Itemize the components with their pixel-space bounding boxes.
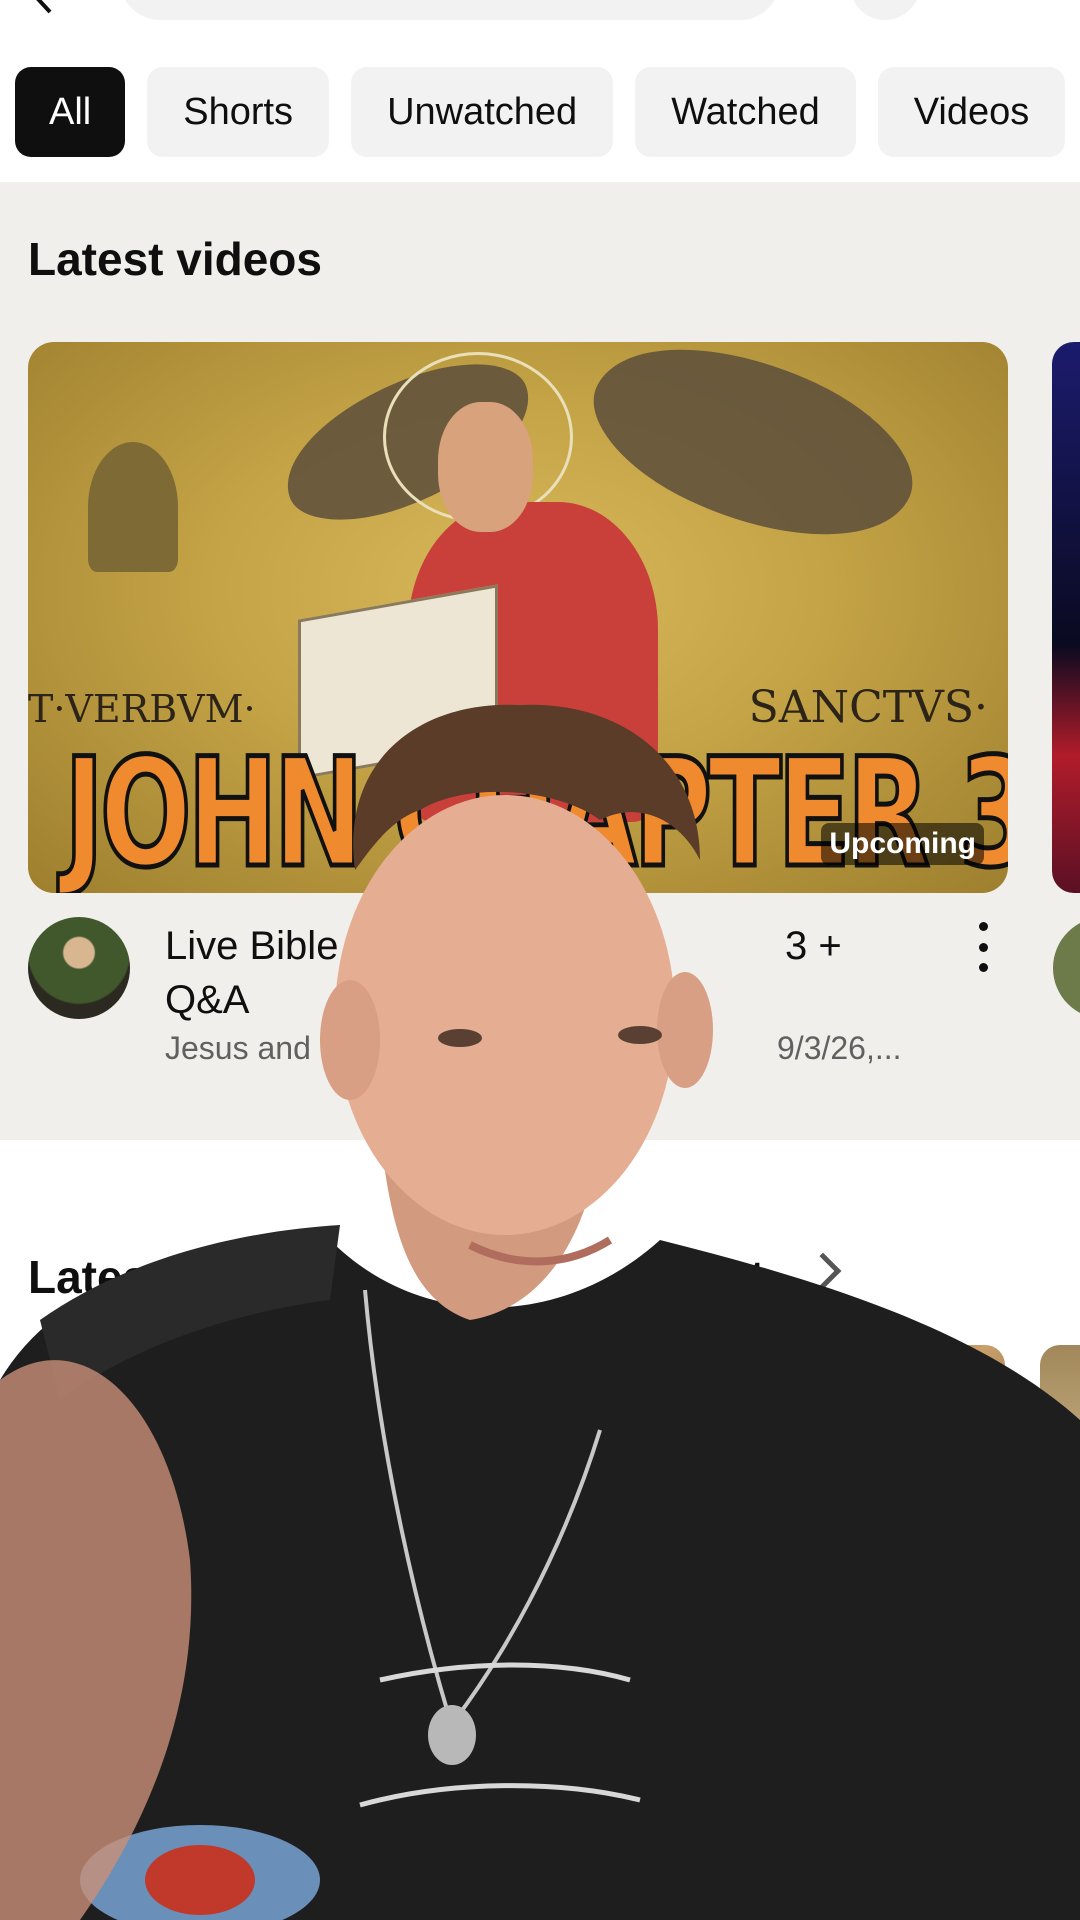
latest-from-title-left: Latest f (28, 1251, 192, 1303)
chevron-right-icon[interactable] (804, 1252, 842, 1290)
next-short-card[interactable] (1040, 1345, 1080, 1585)
mic-icon[interactable] (850, 0, 920, 20)
thumbnail-title: JOHN CHAPTER 3 (62, 725, 1008, 894)
thumbnail-art (88, 442, 178, 572)
search-input[interactable] (120, 0, 780, 20)
top-app-bar (0, 0, 1080, 40)
video-title[interactable]: Live Bible 3 + Q&A (165, 919, 945, 1027)
video-title-line1-right: 3 + (785, 924, 842, 968)
more-vert-icon[interactable] (973, 922, 993, 972)
next-video-thumbnail[interactable] (1052, 342, 1080, 893)
video-meta-right: 9/3/26,... (777, 1030, 902, 1066)
thumbnail-latin-left: T·VERBVM· (28, 687, 256, 731)
more-vert-icon[interactable] (957, 1380, 971, 1420)
filter-chip-bar: All Shorts Unwatched Watched Videos (15, 67, 1066, 157)
chip-watched[interactable]: Watched (635, 67, 856, 157)
video-title-line1: Live Bible (165, 924, 339, 968)
video-title-line2: Q&A (165, 978, 250, 1022)
chip-videos[interactable]: Videos (877, 67, 1066, 157)
chip-shorts[interactable]: Shorts (147, 67, 330, 157)
chip-all[interactable]: All (15, 67, 126, 157)
thumbnail-latin-right: SANCTVS· (748, 682, 988, 733)
video-meta: Jesus and 9/3/26,... (165, 1030, 945, 1067)
upcoming-badge: Upcoming (821, 823, 984, 865)
shelf-title: Latest videos (28, 233, 322, 285)
back-arrow-icon[interactable] (30, 0, 64, 16)
next-channel-avatar[interactable] (1053, 917, 1080, 1019)
latest-videos-shelf: Latest videos T·VERBVM· SANCTVS· JOHN CH… (0, 182, 1080, 1140)
more-icon[interactable] (985, 0, 1015, 8)
video-meta-left: Jesus and (165, 1030, 311, 1066)
channel-avatar[interactable] (28, 917, 130, 1019)
thumbnail-art (438, 402, 533, 532)
latest-from-title[interactable]: Latest f tnot (28, 1250, 765, 1304)
chip-unwatched[interactable]: Unwatched (351, 67, 614, 157)
video-thumbnail[interactable]: T·VERBVM· SANCTVS· JOHN CHAPTER 3 Upcomi… (28, 342, 1008, 893)
latest-from-title-right: tnot (678, 1251, 765, 1303)
